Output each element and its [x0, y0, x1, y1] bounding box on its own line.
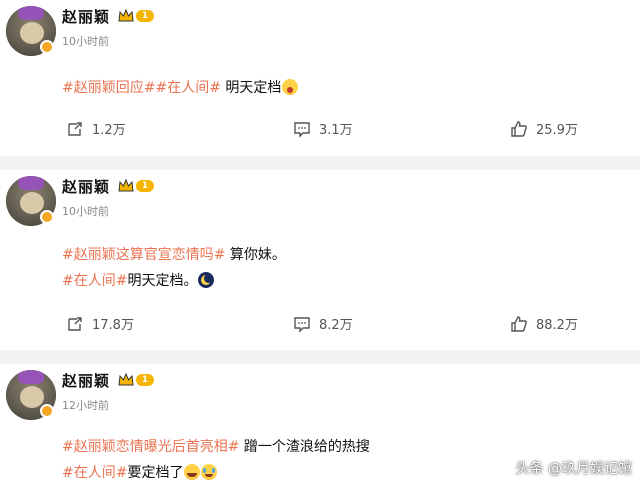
comment-button[interactable]: 8.2万 — [293, 314, 353, 333]
thumbs-up-icon — [511, 120, 527, 137]
like-count: 88.2万 — [536, 318, 578, 333]
comment-icon — [294, 121, 310, 138]
vip-level: 1 — [136, 374, 154, 386]
post-time[interactable]: 10小时前 — [62, 203, 109, 219]
laughing-emoji-icon — [201, 464, 218, 480]
weibo-post-1: 赵丽颖 1 10小时前 #赵丽颖回应##在人间# 明天定档 1.2万 3.1万 … — [0, 0, 640, 156]
crown-icon — [118, 179, 134, 192]
post-text-line-2: #在人间#要定档了 — [62, 462, 218, 482]
hashtag-link[interactable]: #赵丽颖回应##在人间# — [62, 80, 221, 96]
repost-icon — [68, 121, 82, 136]
watermark: 头条 @玖月娱记馆 — [515, 461, 632, 477]
repost-icon — [68, 316, 82, 331]
post-text-line-1: #赵丽颖这算官宣恋情吗# 算你妹。 — [62, 244, 286, 264]
hashtag-link[interactable]: #在人间# — [62, 465, 127, 481]
crying-emoji-icon — [282, 79, 299, 95]
moon-emoji-icon — [198, 272, 215, 288]
post-separator — [0, 156, 640, 170]
vip-level: 1 — [136, 180, 154, 192]
post-text-line-1: #赵丽颖恋情曝光后首亮相# 蹭一个渣浪给的热搜 — [62, 436, 370, 456]
comment-button[interactable]: 3.1万 — [293, 119, 353, 138]
username[interactable]: 赵丽颖 — [62, 370, 110, 391]
verified-badge-icon — [40, 40, 54, 54]
action-bar: 17.8万 8.2万 88.2万 — [0, 314, 640, 334]
verified-badge-icon — [40, 404, 54, 418]
vip-level: 1 — [136, 10, 154, 22]
username[interactable]: 赵丽颖 — [62, 176, 110, 197]
username[interactable]: 赵丽颖 — [62, 6, 110, 27]
post-text-body: 明天定档。 — [127, 273, 198, 289]
crown-icon — [118, 373, 134, 386]
repost-button[interactable]: 17.8万 — [66, 314, 134, 333]
verified-badge-icon — [40, 210, 54, 224]
post-text-body: 要定档了 — [127, 465, 184, 481]
post-separator — [0, 350, 640, 364]
like-button[interactable]: 88.2万 — [510, 314, 578, 333]
vip-badge[interactable]: 1 — [118, 372, 154, 388]
hashtag-link[interactable]: #在人间# — [62, 273, 127, 289]
thumbs-up-icon — [511, 315, 527, 332]
hashtag-link[interactable]: #赵丽颖恋情曝光后首亮相# — [62, 439, 239, 455]
post-text-body: 明天定档 — [220, 80, 282, 96]
comment-icon — [294, 316, 310, 333]
post-text-body: 算你妹。 — [225, 247, 286, 263]
laughing-emoji-icon — [184, 464, 201, 480]
weibo-post-2: 赵丽颖 1 10小时前 #赵丽颖这算官宣恋情吗# 算你妹。 #在人间#明天定档。… — [0, 170, 640, 350]
action-bar: 1.2万 3.1万 25.9万 — [0, 119, 640, 139]
repost-button[interactable]: 1.2万 — [66, 119, 126, 138]
like-button[interactable]: 25.9万 — [510, 119, 578, 138]
comment-count: 3.1万 — [319, 123, 353, 138]
repost-count: 1.2万 — [92, 123, 126, 138]
post-time[interactable]: 10小时前 — [62, 33, 109, 49]
post-text-line-2: #在人间#明天定档。 — [62, 270, 215, 290]
repost-count: 17.8万 — [92, 318, 134, 333]
post-time[interactable]: 12小时前 — [62, 397, 109, 413]
post-text: #赵丽颖回应##在人间# 明天定档 — [62, 77, 299, 97]
like-count: 25.9万 — [536, 123, 578, 138]
vip-badge[interactable]: 1 — [118, 8, 154, 24]
comment-count: 8.2万 — [319, 318, 353, 333]
crown-icon — [118, 9, 134, 22]
hashtag-link[interactable]: #赵丽颖这算官宣恋情吗# — [62, 247, 225, 263]
post-text-body: 蹭一个渣浪给的热搜 — [239, 439, 370, 455]
vip-badge[interactable]: 1 — [118, 178, 154, 194]
